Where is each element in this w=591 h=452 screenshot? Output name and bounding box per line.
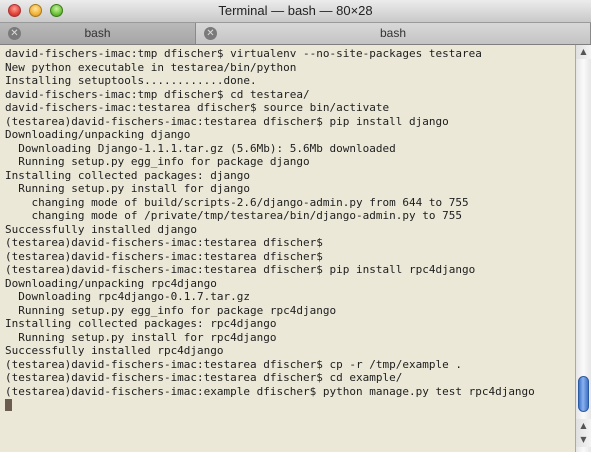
tab-bash-1[interactable]: ✕ bash bbox=[0, 23, 196, 44]
terminal-line: (testarea)david-fischers-imac:testarea d… bbox=[5, 236, 323, 249]
terminal-line: (testarea)david-fischers-imac:testarea d… bbox=[5, 357, 462, 371]
terminal-line: Downloading Django-1.1.1.tar.gz (5.6Mb):… bbox=[5, 141, 396, 155]
terminal-line: (testarea)david-fischers-imac:testarea d… bbox=[5, 263, 476, 276]
text-cursor bbox=[5, 399, 12, 411]
scroll-down-arrow-icon[interactable]: ▼ bbox=[576, 433, 591, 447]
terminal-line: Successfully installed django bbox=[5, 222, 198, 236]
terminal-line: (testarea)david-fischers-imac:testarea d… bbox=[5, 114, 449, 128]
terminal-line: (testarea)david-fischers-imac:testarea d… bbox=[5, 249, 323, 263]
terminal-line: Running setup.py install for django bbox=[5, 182, 251, 195]
terminal-line: Installing collected packages: django bbox=[5, 168, 251, 182]
terminal-output[interactable]: david-fischers-imac:tmp dfischer$ virtua… bbox=[0, 45, 575, 452]
scroll-up-arrow-icon[interactable]: ▲ bbox=[576, 45, 591, 59]
terminal-line: david-fischers-imac:tmp dfischer$ cd tes… bbox=[5, 87, 310, 101]
terminal-line: (testarea)david-fischers-imac:testarea d… bbox=[5, 371, 403, 384]
title-bar[interactable]: Terminal — bash — 80×28 bbox=[0, 0, 591, 23]
terminal-line: Running setup.py egg_info for package rp… bbox=[5, 303, 337, 317]
cursor-line bbox=[5, 398, 575, 412]
terminal-line: Installing setuptools............done. bbox=[5, 74, 257, 87]
tab-bar: ✕ bash ✕ bash bbox=[0, 23, 591, 45]
terminal-line: changing mode of build/scripts-2.6/djang… bbox=[5, 195, 469, 209]
terminal-line: david-fischers-imac:tmp dfischer$ virtua… bbox=[5, 47, 482, 60]
scroll-thumb[interactable] bbox=[578, 376, 589, 412]
tab-bash-2[interactable]: ✕ bash bbox=[196, 23, 591, 44]
tab-label: bash bbox=[84, 26, 111, 40]
terminal-line: changing mode of /private/tmp/testarea/b… bbox=[5, 209, 462, 222]
vertical-scrollbar[interactable]: ▲ ▲ ▼ bbox=[575, 45, 591, 452]
terminal-line: Running setup.py install for rpc4django bbox=[5, 330, 277, 344]
terminal-window: Terminal — bash — 80×28 ✕ bash ✕ bash da… bbox=[0, 0, 591, 452]
terminal-line: Downloading/unpacking rpc4django bbox=[5, 276, 217, 290]
terminal-line: david-fischers-imac:testarea dfischer$ s… bbox=[5, 101, 390, 114]
terminal-line: Installing collected packages: rpc4djang… bbox=[5, 317, 277, 330]
scroll-up-arrow-icon[interactable]: ▲ bbox=[576, 419, 591, 433]
terminal-line: Downloading rpc4django-0.1.7.tar.gz bbox=[5, 290, 251, 303]
terminal-line: Running setup.py egg_info for package dj… bbox=[5, 155, 310, 168]
window-title: Terminal — bash — 80×28 bbox=[218, 3, 373, 18]
terminal-line: New python executable in testarea/bin/py… bbox=[5, 60, 297, 74]
terminal-line: (testarea)david-fischers-imac:example df… bbox=[5, 384, 535, 398]
terminal-line: Successfully installed rpc4django bbox=[5, 344, 224, 357]
terminal-line: Downloading/unpacking django bbox=[5, 128, 191, 141]
tab-label: bash bbox=[379, 26, 407, 40]
